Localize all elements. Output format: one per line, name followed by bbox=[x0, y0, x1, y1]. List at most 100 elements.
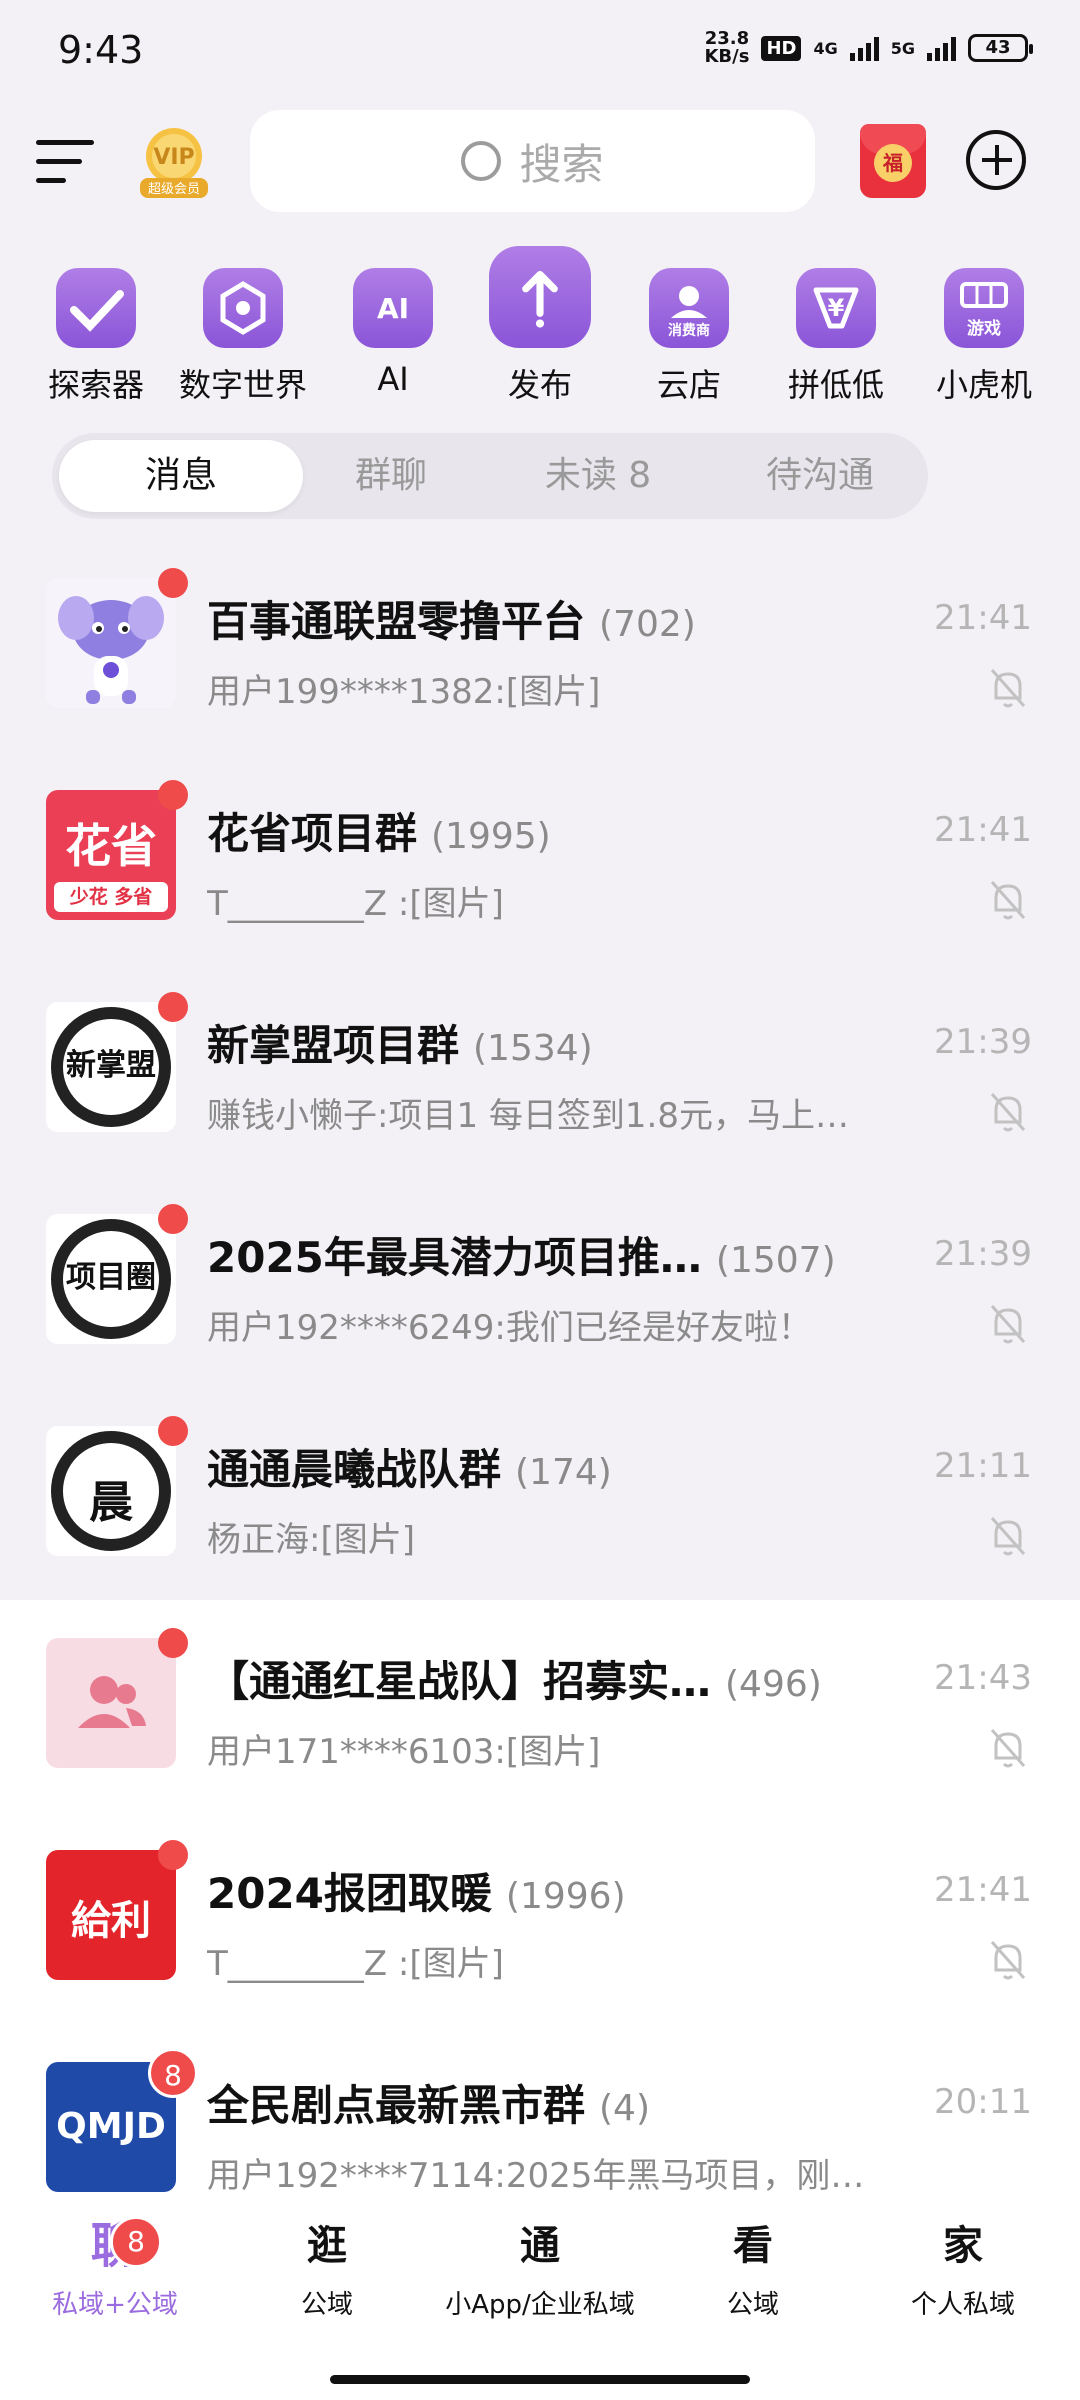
unread-dot bbox=[158, 1840, 188, 1870]
shortcut-label: AI bbox=[377, 360, 409, 398]
nav-tong[interactable]: 通 小App/企业私域 bbox=[430, 2216, 650, 2321]
search-input[interactable]: 搜索 bbox=[250, 110, 815, 212]
chat-title: 百事通联盟零撸平台 bbox=[207, 597, 586, 646]
cloud-store-icon: 消费商 bbox=[649, 268, 729, 348]
nav-label: 公域 bbox=[726, 2290, 779, 2320]
avatar-ink-xinzhangmeng: 新掌盟 bbox=[46, 1002, 176, 1132]
shortcut-explorer[interactable]: 探索器 bbox=[21, 260, 171, 406]
member-count: (174) bbox=[515, 1452, 612, 1493]
network-speed: 23.8 KB/s bbox=[704, 30, 749, 66]
chat-preview: 杨正海:[图片] bbox=[207, 1520, 415, 1560]
chat-title: 新掌盟项目群 bbox=[207, 1021, 460, 1070]
chat-title: 全民剧点最新黑市群 bbox=[207, 2081, 586, 2130]
chat-time: 21:39 bbox=[934, 1234, 1032, 1274]
chat-row[interactable]: 晨 通通晨曦战队群 (174) 21:11 杨正海:[图片] bbox=[0, 1388, 1080, 1600]
nav-chat[interactable]: 聊 8 私域+公域 bbox=[40, 2216, 190, 2321]
chat-title: 花省项目群 bbox=[207, 809, 418, 858]
member-count: (1996) bbox=[505, 1876, 626, 1917]
cloud-store-glyph: 消费商 bbox=[668, 323, 710, 339]
network-type-5g: 5G bbox=[890, 38, 915, 58]
avatar-mascot bbox=[46, 578, 176, 708]
svg-text:VIP: VIP bbox=[153, 145, 194, 170]
tab-unread[interactable]: 未读 8 bbox=[478, 440, 718, 512]
red-packet-icon[interactable]: 福 bbox=[860, 124, 926, 198]
shortcut-digital-world[interactable]: 数字世界 bbox=[168, 260, 318, 406]
chat-row[interactable]: 项目圈 2025年最具潜力项目推… (1507) 21:39 用户192****6… bbox=[0, 1176, 1080, 1388]
unread-dot bbox=[158, 568, 188, 598]
avatar-text: 花省 bbox=[65, 819, 157, 873]
publish-icon bbox=[489, 246, 591, 348]
shortcut-pindidi[interactable]: ¥ 拼低低 bbox=[761, 260, 911, 406]
tong-nav-icon: 通 bbox=[520, 2223, 560, 2269]
ai-glyph: AI bbox=[376, 291, 410, 325]
chat-title: 2025年最具潜力项目推… bbox=[207, 1233, 702, 1282]
avatar-geli: 給利 bbox=[46, 1850, 176, 1980]
member-count: (496) bbox=[725, 1664, 822, 1705]
chat-row[interactable]: 【通通红星战队】招募实… (496) 21:43 用户171****6103:[图… bbox=[0, 1600, 1080, 1812]
unread-count-badge: 8 bbox=[148, 2048, 198, 2098]
unread-dot bbox=[158, 780, 188, 810]
avatar-text: 项目圈 bbox=[66, 1260, 156, 1295]
network-speed-unit: KB/s bbox=[704, 46, 750, 67]
member-count: (1507) bbox=[715, 1240, 836, 1281]
chat-time: 21:41 bbox=[934, 810, 1032, 850]
app-header: VIP 超级会员 搜索 福 bbox=[0, 100, 1080, 230]
chat-row[interactable]: 給利 2024报团取暖 (1996) 21:41 T________Z :[图片] bbox=[0, 1812, 1080, 2024]
chat-list-screen: 9:43 23.8 KB/s HD 4G 5G 43 VIP 超级会员 搜索 福… bbox=[0, 0, 1080, 2400]
shortcut-publish[interactable]: 发布 bbox=[465, 246, 615, 406]
chat-row[interactable]: 百事通联盟零撸平台 (702) 21:41 用户199****1382:[图片] bbox=[0, 540, 1080, 752]
chat-row[interactable]: 花省 少花 多省 花省项目群 (1995) 21:41 T________Z :[… bbox=[0, 752, 1080, 964]
network-type-4g: 4G bbox=[813, 38, 838, 58]
home-nav-icon: 家 bbox=[943, 2223, 983, 2269]
home-indicator[interactable] bbox=[330, 2375, 750, 2384]
tab-group-chats[interactable]: 群聊 bbox=[306, 440, 476, 512]
avatar-ink-chen: 晨 bbox=[46, 1426, 176, 1556]
mute-bell-icon bbox=[990, 1305, 1026, 1344]
chat-time: 21:41 bbox=[934, 1870, 1032, 1910]
member-count: (1995) bbox=[431, 816, 551, 857]
svg-text:超级会员: 超级会员 bbox=[148, 182, 200, 197]
chat-title: 通通晨曦战队群 bbox=[207, 1445, 502, 1494]
nav-label: 公域 bbox=[300, 2290, 353, 2320]
chat-preview: T________Z :[图片] bbox=[207, 1944, 504, 1984]
nav-browse[interactable]: 逛 公域 bbox=[252, 2216, 402, 2321]
nav-home[interactable]: 家 个人私域 bbox=[888, 2216, 1038, 2321]
nav-unread-badge: 8 bbox=[110, 2216, 162, 2268]
member-count: (4) bbox=[599, 2088, 651, 2129]
avatar-text: 新掌盟 bbox=[66, 1048, 156, 1083]
avatar-text: QMJD bbox=[56, 2106, 166, 2147]
shortcut-label: 探索器 bbox=[47, 366, 144, 404]
digital-world-icon bbox=[203, 268, 283, 348]
tab-pending[interactable]: 待沟通 bbox=[720, 440, 920, 512]
chat-time: 20:11 bbox=[934, 2082, 1032, 2122]
shortcut-ai[interactable]: AI AI bbox=[318, 260, 468, 398]
mute-bell-icon bbox=[990, 881, 1026, 920]
shortcut-tiger-machine[interactable]: 游戏 小虎机 bbox=[909, 260, 1059, 406]
nav-watch[interactable]: 看 公域 bbox=[678, 2216, 828, 2321]
chat-row[interactable]: 新掌盟 新掌盟项目群 (1534) 21:39 赚钱小懒子:项目1 每日签到1.8… bbox=[0, 964, 1080, 1176]
battery-icon: 43 bbox=[968, 34, 1033, 62]
mute-bell-icon bbox=[990, 669, 1026, 708]
explorer-icon bbox=[56, 268, 136, 348]
chat-title: 2024报团取暖 bbox=[207, 1869, 492, 1918]
shortcut-label: 发布 bbox=[507, 366, 572, 404]
menu-icon[interactable] bbox=[36, 140, 94, 184]
avatar-huasheng: 花省 少花 多省 bbox=[46, 790, 176, 920]
member-count: (1534) bbox=[473, 1028, 593, 1069]
chat-title-line: 【通通红星战队】招募实… (496) bbox=[207, 1648, 947, 1709]
search-icon bbox=[461, 141, 502, 181]
shortcut-label: 数字世界 bbox=[178, 366, 307, 404]
mute-bell-icon bbox=[990, 1941, 1026, 1980]
red-packet-fu: 福 bbox=[874, 144, 912, 182]
shortcut-cloud-store[interactable]: 消费商 云店 bbox=[614, 260, 764, 406]
vip-badge-icon[interactable]: VIP 超级会员 bbox=[134, 122, 214, 202]
pindidi-icon: ¥ bbox=[796, 268, 876, 348]
nav-label: 小App/企业私域 bbox=[445, 2290, 635, 2320]
add-button[interactable] bbox=[966, 130, 1026, 190]
unread-dot bbox=[158, 1204, 188, 1234]
tab-messages[interactable]: 消息 bbox=[59, 440, 303, 512]
chat-time: 21:41 bbox=[934, 598, 1032, 638]
browse-nav-icon: 逛 bbox=[307, 2223, 347, 2269]
pindidi-glyph: ¥ bbox=[827, 294, 845, 322]
avatar-text: 晨 bbox=[89, 1477, 133, 1528]
